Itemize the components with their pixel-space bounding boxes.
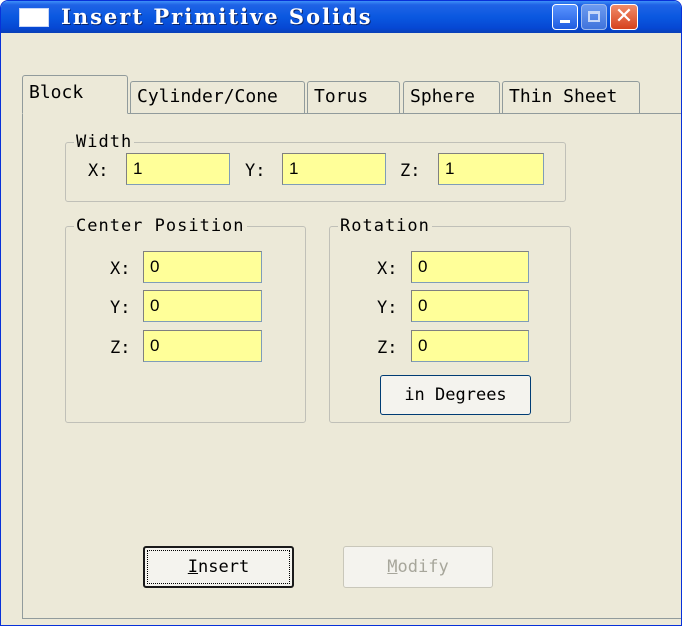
width-z-label: Z:	[400, 161, 421, 181]
insert-button[interactable]: Insert	[143, 546, 294, 588]
window-title: Insert Primitive Solids	[61, 4, 373, 29]
rotation-z-input[interactable]	[411, 330, 529, 362]
dialog-window: Insert Primitive Solids ✕ Block Cylinder…	[0, 0, 682, 626]
in-degrees-button[interactable]: in Degrees	[380, 375, 531, 415]
close-icon: ✕	[614, 4, 634, 29]
title-bar[interactable]: Insert Primitive Solids ✕	[1, 1, 681, 33]
tab-torus[interactable]: Torus	[307, 81, 400, 113]
width-y-label: Y:	[245, 161, 266, 181]
width-z-input[interactable]	[438, 153, 544, 185]
tab-label: Cylinder/Cone	[137, 86, 278, 107]
tab-label: Torus	[314, 86, 369, 107]
width-x-input[interactable]	[126, 153, 230, 185]
tab-block[interactable]: Block	[22, 75, 128, 114]
modify-mnemonic: M	[387, 557, 398, 577]
center-y-label: Y:	[110, 298, 131, 318]
rotation-x-label: X:	[377, 259, 398, 279]
modify-button[interactable]: Modify	[343, 546, 493, 588]
rotation-legend: Rotation	[340, 216, 430, 236]
center-z-label: Z:	[110, 338, 131, 358]
rotation-x-input[interactable]	[411, 251, 529, 283]
tab-label: Sphere	[410, 86, 476, 107]
window-icon	[19, 8, 49, 27]
tab-label: Thin Sheet	[509, 86, 618, 107]
maximize-icon	[588, 11, 600, 22]
minimize-icon	[560, 20, 570, 23]
width-y-input[interactable]	[282, 153, 386, 185]
center-z-input[interactable]	[143, 330, 262, 362]
maximize-button[interactable]	[581, 4, 607, 30]
modify-label: odify	[397, 557, 449, 577]
center-x-label: X:	[110, 259, 131, 279]
center-position-legend: Center Position	[76, 216, 245, 236]
width-x-label: X:	[88, 161, 109, 181]
close-button[interactable]: ✕	[610, 4, 638, 30]
insert-mnemonic: I	[187, 557, 199, 577]
insert-label: nsert	[198, 557, 250, 577]
tab-sphere[interactable]: Sphere	[403, 81, 500, 113]
tab-cylinder-cone[interactable]: Cylinder/Cone	[130, 81, 305, 113]
center-x-input[interactable]	[143, 251, 262, 283]
minimize-button[interactable]	[552, 4, 578, 30]
tab-panel-block: Width X: Y: Z: Center Position X: Y: Z: …	[22, 113, 681, 619]
width-legend: Width	[76, 132, 133, 152]
rotation-z-label: Z:	[377, 338, 398, 358]
center-y-input[interactable]	[143, 290, 262, 322]
tab-thin-sheet[interactable]: Thin Sheet	[502, 81, 640, 113]
tab-label: Block	[29, 82, 84, 103]
rotation-y-label: Y:	[377, 298, 398, 318]
rotation-y-input[interactable]	[411, 290, 529, 322]
